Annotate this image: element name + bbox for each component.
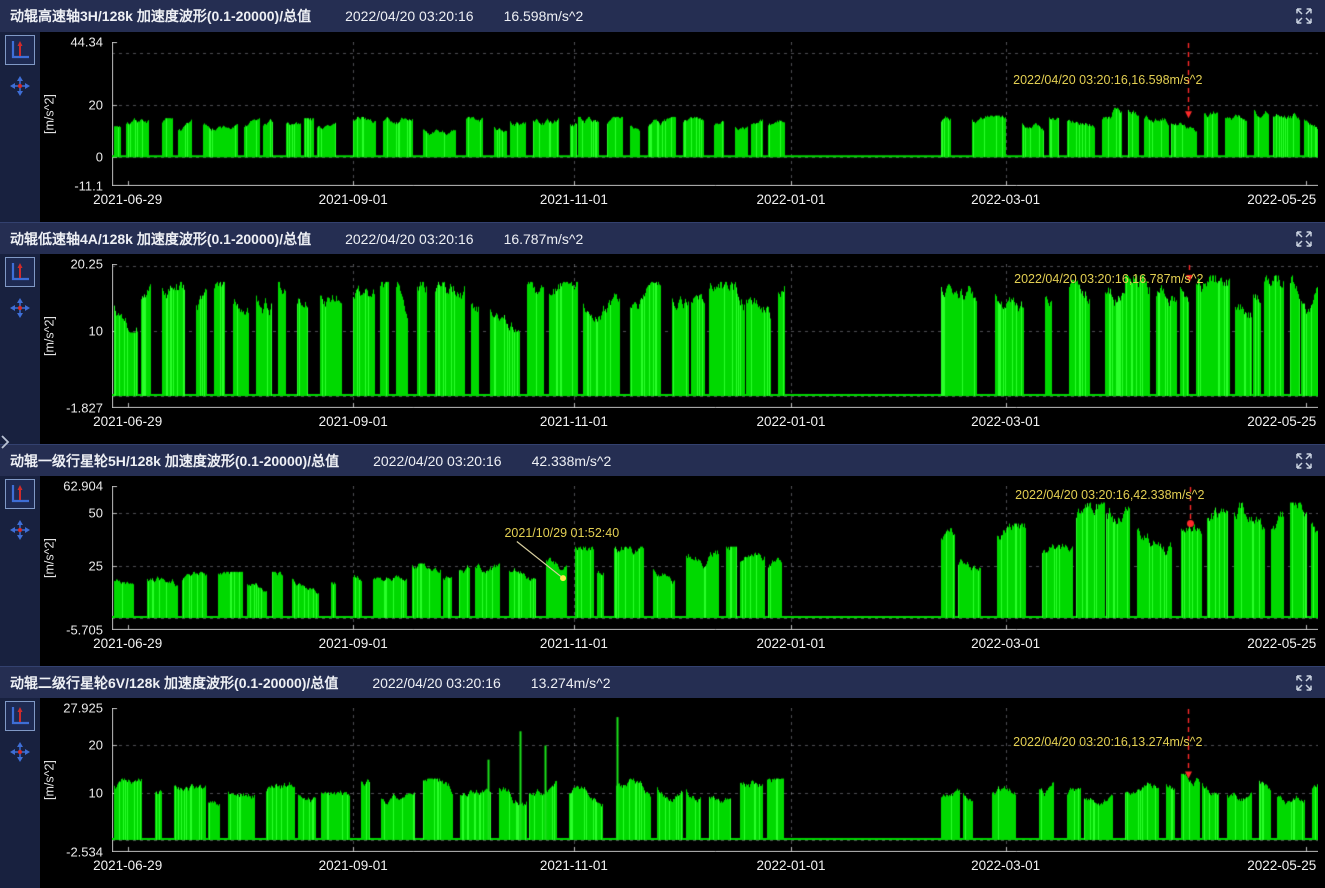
pan-move-icon[interactable] bbox=[8, 518, 32, 542]
x-tick-label: 2021-11-01 bbox=[540, 192, 608, 207]
autoscale-axis-icon[interactable] bbox=[5, 35, 35, 65]
x-tick-label: 2021-06-29 bbox=[93, 858, 162, 873]
chart-toolbar bbox=[0, 254, 40, 444]
panel-overall-value: 16.787m/s^2 bbox=[504, 231, 584, 247]
chart-toolbar bbox=[0, 32, 40, 222]
panel-title: 动辊高速轴3H/128k 加速度波形(0.1-20000)/总值 bbox=[10, 6, 311, 26]
panel-body: [m/s^2] 44.34200-11.1 2022/04/20 03:20:1… bbox=[0, 32, 1325, 222]
panel-header: 动辊高速轴3H/128k 加速度波形(0.1-20000)/总值 2022/04… bbox=[0, 0, 1325, 32]
chart-panel: 动辊一级行星轮5H/128k 加速度波形(0.1-20000)/总值 2022/… bbox=[0, 444, 1325, 666]
chart-toolbar bbox=[0, 698, 40, 888]
autoscale-axis-icon[interactable] bbox=[5, 479, 35, 509]
pan-move-icon[interactable] bbox=[8, 296, 32, 320]
panel-stack: 动辊高速轴3H/128k 加速度波形(0.1-20000)/总值 2022/04… bbox=[0, 0, 1325, 888]
y-tick-label: 20 bbox=[89, 98, 103, 113]
chart-panel: 动辊低速轴4A/128k 加速度波形(0.1-20000)/总值 2022/04… bbox=[0, 222, 1325, 444]
x-axis-tick-labels: 2021-06-292021-09-012021-11-012022-01-01… bbox=[112, 414, 1318, 434]
y-axis-tick-labels: 44.34200-11.1 bbox=[57, 42, 107, 186]
x-tick-label: 2022-01-01 bbox=[756, 858, 825, 873]
y-axis-unit-label: [m/s^2] bbox=[42, 708, 57, 852]
chart-panel: 动辊二级行星轮6V/128k 加速度波形(0.1-20000)/总值 2022/… bbox=[0, 666, 1325, 888]
panel-title: 动辊低速轴4A/128k 加速度波形(0.1-20000)/总值 bbox=[10, 229, 311, 249]
x-tick-label: 2021-09-01 bbox=[319, 192, 388, 207]
x-tick-label: 2021-09-01 bbox=[319, 414, 388, 429]
panel-body: [m/s^2] 27.9252010-2.534 2022/04/20 03:2… bbox=[0, 698, 1325, 888]
y-tick-label: 50 bbox=[89, 506, 103, 521]
panel-timestamp: 2022/04/20 03:20:16 bbox=[345, 8, 473, 24]
panel-overall-value: 42.338m/s^2 bbox=[532, 453, 612, 469]
x-tick-label: 2021-09-01 bbox=[319, 636, 388, 651]
chart-toolbar bbox=[0, 476, 40, 666]
y-tick-label: 10 bbox=[89, 323, 103, 338]
y-tick-label: 27.925 bbox=[63, 701, 103, 716]
x-axis-tick-labels: 2021-06-292021-09-012021-11-012022-01-01… bbox=[112, 858, 1318, 878]
x-tick-label: 2022-05-25 bbox=[1247, 858, 1316, 873]
expand-icon[interactable] bbox=[1295, 452, 1313, 470]
x-tick-label: 2022-03-01 bbox=[971, 636, 1040, 651]
y-axis-tick-labels: 62.9045025-5.705 bbox=[57, 486, 107, 630]
x-tick-label: 2021-06-29 bbox=[93, 636, 162, 651]
y-tick-label: 62.904 bbox=[63, 479, 103, 494]
y-axis-tick-labels: 20.2510-1.827 bbox=[57, 264, 107, 408]
panel-header: 动辊二级行星轮6V/128k 加速度波形(0.1-20000)/总值 2022/… bbox=[0, 666, 1325, 698]
x-tick-label: 2022-01-01 bbox=[756, 636, 825, 651]
x-tick-label: 2022-05-25 bbox=[1247, 192, 1316, 207]
panel-header: 动辊一级行星轮5H/128k 加速度波形(0.1-20000)/总值 2022/… bbox=[0, 444, 1325, 476]
y-axis-unit-label: [m/s^2] bbox=[42, 486, 57, 630]
expand-icon[interactable] bbox=[1295, 230, 1313, 248]
waveform-canvas bbox=[112, 708, 1318, 852]
x-tick-label: 2022-03-01 bbox=[971, 858, 1040, 873]
y-tick-label: 10 bbox=[89, 785, 103, 800]
x-tick-label: 2021-11-01 bbox=[540, 636, 608, 651]
plot-area[interactable]: 2022/04/20 03:20:16,16.598m/s^2 bbox=[112, 42, 1318, 186]
y-tick-label: 0 bbox=[96, 150, 103, 165]
expand-icon[interactable] bbox=[1295, 674, 1313, 692]
panel-timestamp: 2022/04/20 03:20:16 bbox=[372, 675, 500, 691]
panel-body: [m/s^2] 20.2510-1.827 2022/04/20 03:20:1… bbox=[0, 254, 1325, 444]
panel-overall-value: 13.274m/s^2 bbox=[531, 675, 611, 691]
sidebar-expand-chevron-icon[interactable] bbox=[0, 434, 10, 455]
y-tick-label: 25 bbox=[89, 558, 103, 573]
x-tick-label: 2022-05-25 bbox=[1247, 636, 1316, 651]
autoscale-axis-icon[interactable] bbox=[5, 257, 35, 287]
autoscale-axis-icon[interactable] bbox=[5, 701, 35, 731]
plot-area[interactable]: 2022/04/20 03:20:16,42.338m/s^22021/10/2… bbox=[112, 486, 1318, 630]
x-tick-label: 2021-11-01 bbox=[540, 414, 608, 429]
panel-header: 动辊低速轴4A/128k 加速度波形(0.1-20000)/总值 2022/04… bbox=[0, 222, 1325, 254]
x-tick-label: 2022-05-25 bbox=[1247, 414, 1316, 429]
x-tick-label: 2022-03-01 bbox=[971, 414, 1040, 429]
vibration-trend-dashboard: 动辊高速轴3H/128k 加速度波形(0.1-20000)/总值 2022/04… bbox=[0, 0, 1325, 888]
x-tick-label: 2021-06-29 bbox=[93, 414, 162, 429]
x-tick-label: 2022-03-01 bbox=[971, 192, 1040, 207]
x-axis-tick-labels: 2021-06-292021-09-012021-11-012022-01-01… bbox=[112, 192, 1318, 212]
waveform-canvas bbox=[112, 264, 1318, 408]
x-tick-label: 2021-09-01 bbox=[319, 858, 388, 873]
waveform-canvas bbox=[112, 486, 1318, 630]
expand-icon[interactable] bbox=[1295, 7, 1313, 25]
y-axis-tick-labels: 27.9252010-2.534 bbox=[57, 708, 107, 852]
plot-area[interactable]: 2022/04/20 03:20:16,13.274m/s^2 bbox=[112, 708, 1318, 852]
waveform-canvas bbox=[112, 42, 1318, 186]
y-tick-label: 20 bbox=[89, 738, 103, 753]
panel-title: 动辊二级行星轮6V/128k 加速度波形(0.1-20000)/总值 bbox=[10, 673, 338, 693]
x-axis-tick-labels: 2021-06-292021-09-012021-11-012022-01-01… bbox=[112, 636, 1318, 656]
y-tick-label: 44.34 bbox=[70, 35, 103, 50]
panel-timestamp: 2022/04/20 03:20:16 bbox=[345, 231, 473, 247]
x-tick-label: 2021-11-01 bbox=[540, 858, 608, 873]
pan-move-icon[interactable] bbox=[8, 740, 32, 764]
x-tick-label: 2022-01-01 bbox=[756, 414, 825, 429]
pan-move-icon[interactable] bbox=[8, 74, 32, 98]
y-axis-unit-label: [m/s^2] bbox=[42, 42, 57, 186]
y-tick-label: 20.25 bbox=[70, 257, 103, 272]
panel-timestamp: 2022/04/20 03:20:16 bbox=[373, 453, 501, 469]
plot-area[interactable]: 2022/04/20 03:20:16,16.787m/s^2 bbox=[112, 264, 1318, 408]
y-axis-unit-label: [m/s^2] bbox=[42, 264, 57, 408]
panel-overall-value: 16.598m/s^2 bbox=[504, 8, 584, 24]
chart-panel: 动辊高速轴3H/128k 加速度波形(0.1-20000)/总值 2022/04… bbox=[0, 0, 1325, 222]
x-tick-label: 2021-06-29 bbox=[93, 192, 162, 207]
panel-title: 动辊一级行星轮5H/128k 加速度波形(0.1-20000)/总值 bbox=[10, 451, 339, 471]
x-tick-label: 2022-01-01 bbox=[756, 192, 825, 207]
panel-body: [m/s^2] 62.9045025-5.705 2022/04/20 03:2… bbox=[0, 476, 1325, 666]
